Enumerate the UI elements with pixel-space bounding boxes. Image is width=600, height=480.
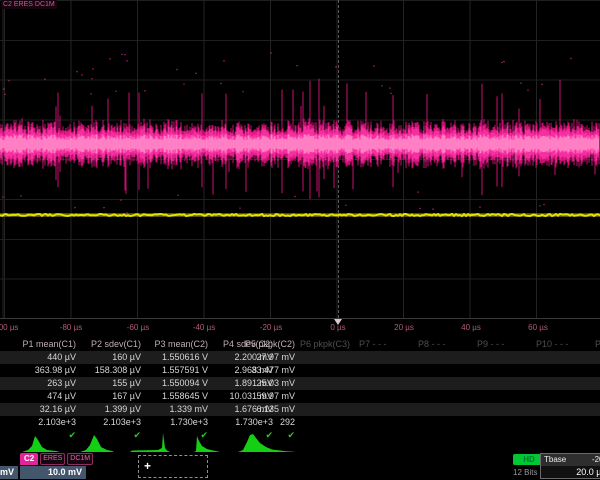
measure-cell: 1.339 mV xyxy=(146,403,208,416)
tbase-scale-value: 20.0 µs/div xyxy=(541,466,600,479)
measure-cell: 1.399 µV xyxy=(79,403,141,416)
measure-col-header[interactable]: P1 mean(C1) xyxy=(14,338,76,351)
measure-cell: 158.308 µV xyxy=(79,364,141,377)
measure-cell: 32.16 µV xyxy=(14,403,76,416)
time-axis-label: 40 µs xyxy=(461,323,481,332)
histicon-p4 xyxy=(194,436,220,452)
time-axis-label: -40 µs xyxy=(193,323,215,332)
time-axis-label: -80 µs xyxy=(60,323,82,332)
measure-cell: 167 µV xyxy=(79,390,141,403)
c2-scale-value: 10.0 mV xyxy=(20,466,86,479)
histicon-p2 xyxy=(80,435,114,452)
hd-bits-label: 12 Bits xyxy=(513,468,537,477)
channel-c1-descriptor[interactable]: C1 DC1M 10.0 mV xyxy=(0,453,18,479)
measure-cell: 27.97 mV xyxy=(233,351,295,364)
c2-eres-chip: ERES xyxy=(40,453,65,465)
measure-cell: 6.135 mV xyxy=(233,403,295,416)
measure-col-header[interactable]: P5 pkpk(C2) xyxy=(233,338,295,351)
measure-col-header-inactive[interactable]: P6 pkpk(C3) xyxy=(300,338,362,351)
measure-col-header-inactive[interactable]: P10 - - - xyxy=(536,338,598,351)
c2-tab[interactable]: C2 xyxy=(20,453,38,465)
measure-cell: 474 µV xyxy=(14,390,76,403)
c2-coupling-chip: DC1M xyxy=(67,453,93,465)
histicon-p3 xyxy=(130,433,170,452)
oscilloscope-screen: C2 ERES DC1M -100 µs -80 µs -60 µs -40 µs -2… xyxy=(0,0,600,480)
measure-cell: 1.730e+3 xyxy=(146,416,208,429)
measure-col-header-inactive[interactable]: P7 - - - xyxy=(359,338,421,351)
time-axis-label: -60 µs xyxy=(127,323,149,332)
time-axis-label: 0 µs xyxy=(330,323,345,332)
measure-row-min: 263 µV155 µV1.550094 V1.891 mV25.03 mV xyxy=(0,377,600,390)
measure-row-max: 474 µV167 µV1.558645 V10.031 mV59.97 mV xyxy=(0,390,600,403)
measurement-histicons xyxy=(0,432,600,452)
add-trace-button[interactable]: + xyxy=(138,455,208,478)
timebase-descriptor[interactable]: Tbase -20.0 µs 20.0 µs/div xyxy=(540,453,600,479)
measure-col-header[interactable]: P3 mean(C2) xyxy=(146,338,208,351)
bottom-status-bar: C1 DC1M 10.0 mV C2 ERES DC1M 10.0 mV + H… xyxy=(0,452,600,480)
waveform-traces xyxy=(0,0,600,318)
measure-row-mean: 363.98 µV158.308 µV1.557591 V2.968 mV33.… xyxy=(0,364,600,377)
plus-icon: + xyxy=(144,459,151,473)
measure-col-header-inactive[interactable]: P11 xyxy=(595,338,600,351)
measure-col-header[interactable]: P2 sdev(C1) xyxy=(79,338,141,351)
measure-cell: 155 µV xyxy=(79,377,141,390)
trace-descriptor-label: C2 ERES DC1M xyxy=(1,0,57,9)
tbase-offset: -20.0 µs xyxy=(592,454,600,466)
measure-cell: 363.98 µV xyxy=(14,364,76,377)
time-axis-label: -20 µs xyxy=(260,323,282,332)
time-axis-label: -100 µs xyxy=(0,323,18,332)
measure-cell: 2.103e+3 xyxy=(14,416,76,429)
measure-cell: 33.477 mV xyxy=(233,364,295,377)
time-axis-label: 20 µs xyxy=(394,323,414,332)
tbase-label: Tbase xyxy=(544,454,566,466)
measure-cell: 2.103e+3 xyxy=(79,416,141,429)
measure-cell: 1.550094 V xyxy=(146,377,208,390)
waveform-graticule[interactable]: C2 ERES DC1M xyxy=(0,0,600,318)
channel-c2-descriptor[interactable]: C2 ERES DC1M 10.0 mV xyxy=(20,453,86,479)
measure-cell: 263 µV xyxy=(14,377,76,390)
measure-cell: 1.550616 V xyxy=(146,351,208,364)
measure-cell: 292 xyxy=(233,416,295,429)
c1-scale-value: 10.0 mV xyxy=(0,466,18,479)
measure-cell: 160 µV xyxy=(79,351,141,364)
measure-row-value: 440 µV160 µV1.550616 V2.200 mV27.97 mV xyxy=(0,351,600,364)
measure-cell: 59.97 mV xyxy=(233,390,295,403)
measure-cell: 1.557591 V xyxy=(146,364,208,377)
time-axis: -100 µs -80 µs -60 µs -40 µs -20 µs 0 µs 20 µs… xyxy=(0,318,600,338)
measure-row-sdev: 32.16 µV1.399 µV1.339 mV1.676 mV6.135 mV xyxy=(0,403,600,416)
time-axis-label: 60 µs xyxy=(528,323,548,332)
measure-col-header-inactive[interactable]: P8 - - - xyxy=(418,338,480,351)
measurement-table: P1 mean(C1)P2 sdev(C1)P3 mean(C2)P4 sdev… xyxy=(0,338,600,442)
measure-cell: 25.03 mV xyxy=(233,377,295,390)
histicon-p1 xyxy=(22,436,60,452)
measure-cell: 440 µV xyxy=(14,351,76,364)
histicon-p5 xyxy=(238,434,296,452)
measure-cell: 1.558645 V xyxy=(146,390,208,403)
measure-col-header-inactive[interactable]: P9 - - - xyxy=(477,338,539,351)
measure-row-num: 2.103e+32.103e+31.730e+31.730e+3292 xyxy=(0,416,600,429)
